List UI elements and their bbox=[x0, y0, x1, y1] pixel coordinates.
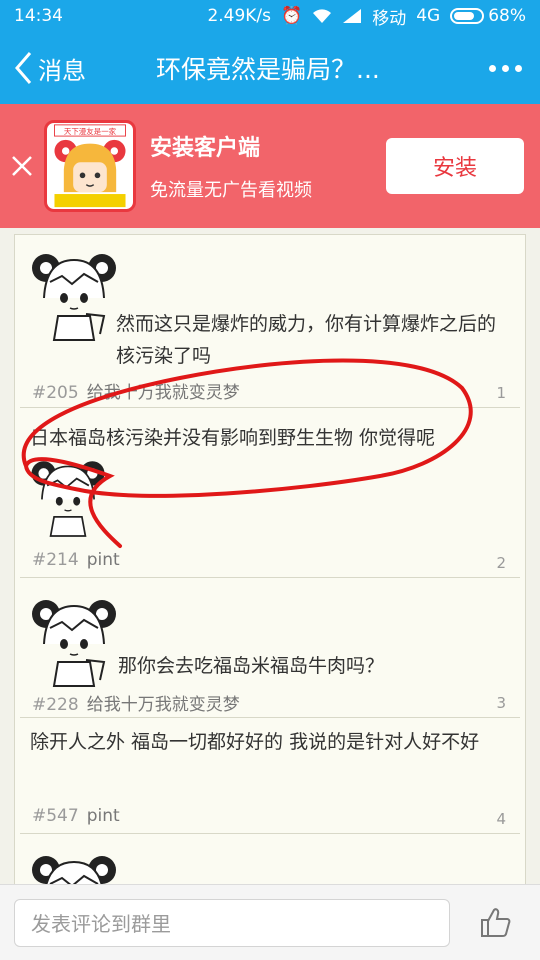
app-logo: 天下漫友是一家 bbox=[44, 120, 136, 212]
avatar bbox=[28, 452, 108, 540]
carrier-name: 移动 bbox=[372, 8, 407, 29]
install-banner: 天下漫友是一家 安装客户端 免流量无广告看视频 安装 bbox=[0, 104, 540, 228]
status-bar: 14:34 2.49K/s ⏰ 移动 4G 68% bbox=[0, 0, 540, 32]
comment-input[interactable]: 发表评论到群里 bbox=[14, 898, 450, 947]
thumbs-up-icon bbox=[481, 907, 511, 937]
post-number: #228 bbox=[32, 695, 79, 715]
mascot-logo: 天下漫友是一家 bbox=[54, 124, 126, 208]
avatar bbox=[28, 246, 120, 342]
back-button[interactable]: 消息 bbox=[0, 32, 120, 104]
battery: 68% bbox=[450, 6, 526, 26]
post-number: #547 bbox=[32, 806, 79, 826]
list-item[interactable]: 日本福岛核污染并没有影响到野生生物 你觉得呢 #214 pint 2 bbox=[20, 408, 520, 578]
status-time: 14:34 bbox=[14, 6, 63, 26]
post-username[interactable]: 给我十万我就变灵梦 bbox=[87, 695, 240, 715]
post-text: 日本福岛核污染并没有影响到野生生物 你觉得呢 bbox=[30, 427, 436, 449]
banner-subtitle: 免流量无广告看视频 bbox=[150, 180, 312, 201]
install-button[interactable]: 安装 bbox=[386, 138, 524, 194]
more-button[interactable] bbox=[470, 32, 540, 104]
comment-bar: 发表评论到群里 bbox=[0, 884, 540, 960]
floor-number: 4 bbox=[496, 810, 506, 828]
signal-icon bbox=[343, 9, 362, 23]
post-username[interactable]: 给我十万我就变灵梦 bbox=[87, 383, 240, 403]
alarm-icon: ⏰ bbox=[281, 6, 303, 26]
post-text: 然而这只是爆炸的威力，你有计算爆炸之后的核污染了吗 bbox=[116, 313, 497, 367]
floor-number: 1 bbox=[496, 384, 506, 402]
post-number: #205 bbox=[32, 383, 79, 403]
list-item[interactable] bbox=[20, 834, 520, 884]
back-label: 消息 bbox=[38, 56, 86, 85]
close-banner-button[interactable] bbox=[0, 104, 44, 228]
avatar bbox=[28, 848, 120, 884]
nav-bar: 消息 环保竟然是骗局？... bbox=[0, 32, 540, 104]
post-username[interactable]: pint bbox=[87, 550, 120, 570]
more-dots-icon bbox=[488, 64, 496, 72]
post-meta: #228 给我十万我就变灵梦 bbox=[32, 690, 240, 715]
post-meta: #214 pint bbox=[32, 550, 120, 570]
banner-title: 安装客户端 bbox=[150, 136, 261, 161]
chevron-left-icon bbox=[15, 52, 32, 84]
list-item[interactable]: 然而这只是爆炸的威力，你有计算爆炸之后的核污染了吗 #205 给我十万我就变灵梦 … bbox=[20, 238, 520, 408]
network-speed: 2.49K/s bbox=[207, 6, 272, 26]
avatar bbox=[28, 592, 120, 688]
list-item[interactable]: 那你会去吃福岛米福岛牛肉吗？ #228 给我十万我就变灵梦 3 bbox=[20, 578, 520, 718]
floor-number: 2 bbox=[496, 554, 506, 572]
post-meta: #547 pint bbox=[32, 806, 120, 826]
like-button[interactable] bbox=[450, 885, 540, 960]
network-type: 4G bbox=[416, 6, 441, 26]
post-text: 那你会去吃福岛米福岛牛肉吗？ bbox=[118, 655, 385, 677]
battery-icon bbox=[450, 8, 485, 24]
logo-caption: 天下漫友是一家 bbox=[64, 126, 117, 136]
page-title: 环保竟然是骗局？... bbox=[156, 55, 380, 84]
floor-number: 3 bbox=[496, 694, 506, 712]
close-icon bbox=[12, 156, 32, 176]
list-item[interactable]: 除开人之外 福岛一切都好好的 我说的是针对人好不好 #547 pint 4 bbox=[20, 718, 520, 834]
post-text: 除开人之外 福岛一切都好好的 我说的是针对人好不好 bbox=[30, 731, 480, 753]
comment-feed[interactable]: 然而这只是爆炸的威力，你有计算爆炸之后的核污染了吗 #205 给我十万我就变灵梦 … bbox=[0, 228, 540, 884]
post-username[interactable]: pint bbox=[87, 806, 120, 826]
battery-level: 68% bbox=[488, 6, 526, 26]
post-meta: #205 给我十万我就变灵梦 bbox=[32, 378, 240, 403]
post-number: #214 bbox=[32, 550, 79, 570]
wifi-icon bbox=[313, 9, 332, 23]
